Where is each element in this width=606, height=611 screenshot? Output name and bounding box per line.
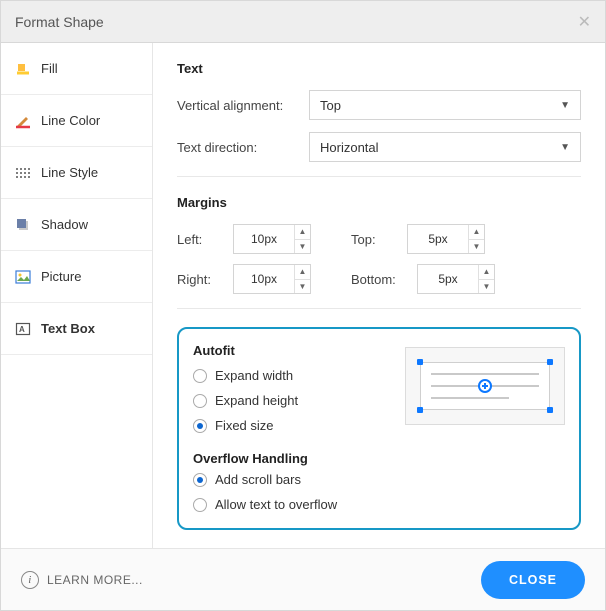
chevron-down-icon: ▼ <box>560 142 570 153</box>
sidebar-item-label: Shadow <box>41 217 88 232</box>
radio-icon <box>193 419 207 433</box>
close-icon[interactable]: ✕ <box>578 12 591 32</box>
learn-more-link[interactable]: i LEARN MORE... <box>21 571 143 589</box>
dialog-body: Fill Line Color Line Style Shadow <box>1 43 605 548</box>
divider <box>177 308 581 309</box>
sidebar: Fill Line Color Line Style Shadow <box>1 43 153 548</box>
step-down-icon[interactable]: ▼ <box>469 240 484 254</box>
radio-icon <box>193 498 207 512</box>
sidebar-item-shadow[interactable]: Shadow <box>1 199 152 251</box>
margin-top-stepper[interactable]: 5px ▲▼ <box>407 224 485 254</box>
step-down-icon[interactable]: ▼ <box>295 240 310 254</box>
radio-label: Allow text to overflow <box>215 497 337 512</box>
step-up-icon[interactable]: ▲ <box>479 265 494 280</box>
margin-top-label: Top: <box>351 232 395 247</box>
margin-bottom-stepper[interactable]: 5px ▲▼ <box>417 264 495 294</box>
sidebar-item-label: Line Color <box>41 113 100 128</box>
radio-label: Expand height <box>215 393 298 408</box>
step-up-icon[interactable]: ▲ <box>295 225 310 240</box>
sidebar-item-picture[interactable]: Picture <box>1 251 152 303</box>
line-style-icon <box>15 165 31 181</box>
margin-top-value: 5px <box>408 225 468 253</box>
divider <box>177 176 581 177</box>
direction-label: Text direction: <box>177 140 297 155</box>
sidebar-item-text-box[interactable]: A Text Box <box>1 303 152 355</box>
direction-value: Horizontal <box>320 140 379 155</box>
margin-bottom-label: Bottom: <box>351 272 405 287</box>
line-color-icon <box>15 113 31 129</box>
section-title-autofit: Autofit <box>193 343 387 358</box>
radio-icon <box>193 394 207 408</box>
picture-icon <box>15 269 31 285</box>
step-down-icon[interactable]: ▼ <box>479 280 494 294</box>
sidebar-item-line-style[interactable]: Line Style <box>1 147 152 199</box>
step-down-icon[interactable]: ▼ <box>295 280 310 294</box>
overflow-option-allow-overflow[interactable]: Allow text to overflow <box>193 497 565 512</box>
section-title-text: Text <box>177 61 581 76</box>
sidebar-item-label: Picture <box>41 269 81 284</box>
close-button[interactable]: CLOSE <box>481 561 585 599</box>
autofit-overflow-section: Autofit Expand width Expand height <box>177 327 581 530</box>
step-up-icon[interactable]: ▲ <box>469 225 484 240</box>
section-title-overflow: Overflow Handling <box>193 451 565 466</box>
titlebar: Format Shape ✕ <box>1 1 605 43</box>
sidebar-item-fill[interactable]: Fill <box>1 43 152 95</box>
svg-text:A: A <box>19 325 25 334</box>
main-panel: Text Vertical alignment: Top ▼ Text dire… <box>153 43 605 548</box>
learn-more-label: LEARN MORE... <box>47 573 143 587</box>
sidebar-item-label: Line Style <box>41 165 98 180</box>
autofit-preview <box>405 347 565 425</box>
section-title-margins: Margins <box>177 195 581 210</box>
margin-bottom-value: 5px <box>418 265 478 293</box>
overflow-option-scrollbars[interactable]: Add scroll bars <box>193 472 565 487</box>
radio-icon <box>193 369 207 383</box>
margin-right-label: Right: <box>177 272 221 287</box>
radio-label: Expand width <box>215 368 293 383</box>
radio-label: Fixed size <box>215 418 274 433</box>
sidebar-item-line-color[interactable]: Line Color <box>1 95 152 147</box>
chevron-down-icon: ▼ <box>560 100 570 111</box>
info-icon: i <box>21 571 39 589</box>
autofit-option-expand-height[interactable]: Expand height <box>193 393 387 408</box>
margin-right-value: 10px <box>234 265 294 293</box>
sidebar-item-label: Text Box <box>41 321 95 336</box>
radio-icon <box>193 473 207 487</box>
valign-label: Vertical alignment: <box>177 98 297 113</box>
shadow-icon <box>15 217 31 233</box>
format-shape-dialog: Format Shape ✕ Fill Line Color Line <box>0 0 606 611</box>
sidebar-item-label: Fill <box>41 61 58 76</box>
radio-label: Add scroll bars <box>215 472 301 487</box>
valign-select[interactable]: Top ▼ <box>309 90 581 120</box>
direction-select[interactable]: Horizontal ▼ <box>309 132 581 162</box>
autofit-option-fixed-size[interactable]: Fixed size <box>193 418 387 433</box>
margin-left-label: Left: <box>177 232 221 247</box>
valign-value: Top <box>320 98 341 113</box>
margin-left-stepper[interactable]: 10px ▲▼ <box>233 224 311 254</box>
margin-right-stepper[interactable]: 10px ▲▼ <box>233 264 311 294</box>
dialog-footer: i LEARN MORE... CLOSE <box>1 548 605 610</box>
fill-icon <box>15 61 31 77</box>
dialog-title: Format Shape <box>15 14 104 30</box>
text-box-icon: A <box>15 321 31 337</box>
autofit-option-expand-width[interactable]: Expand width <box>193 368 387 383</box>
margin-left-value: 10px <box>234 225 294 253</box>
move-handle-icon <box>478 379 492 393</box>
step-up-icon[interactable]: ▲ <box>295 265 310 280</box>
